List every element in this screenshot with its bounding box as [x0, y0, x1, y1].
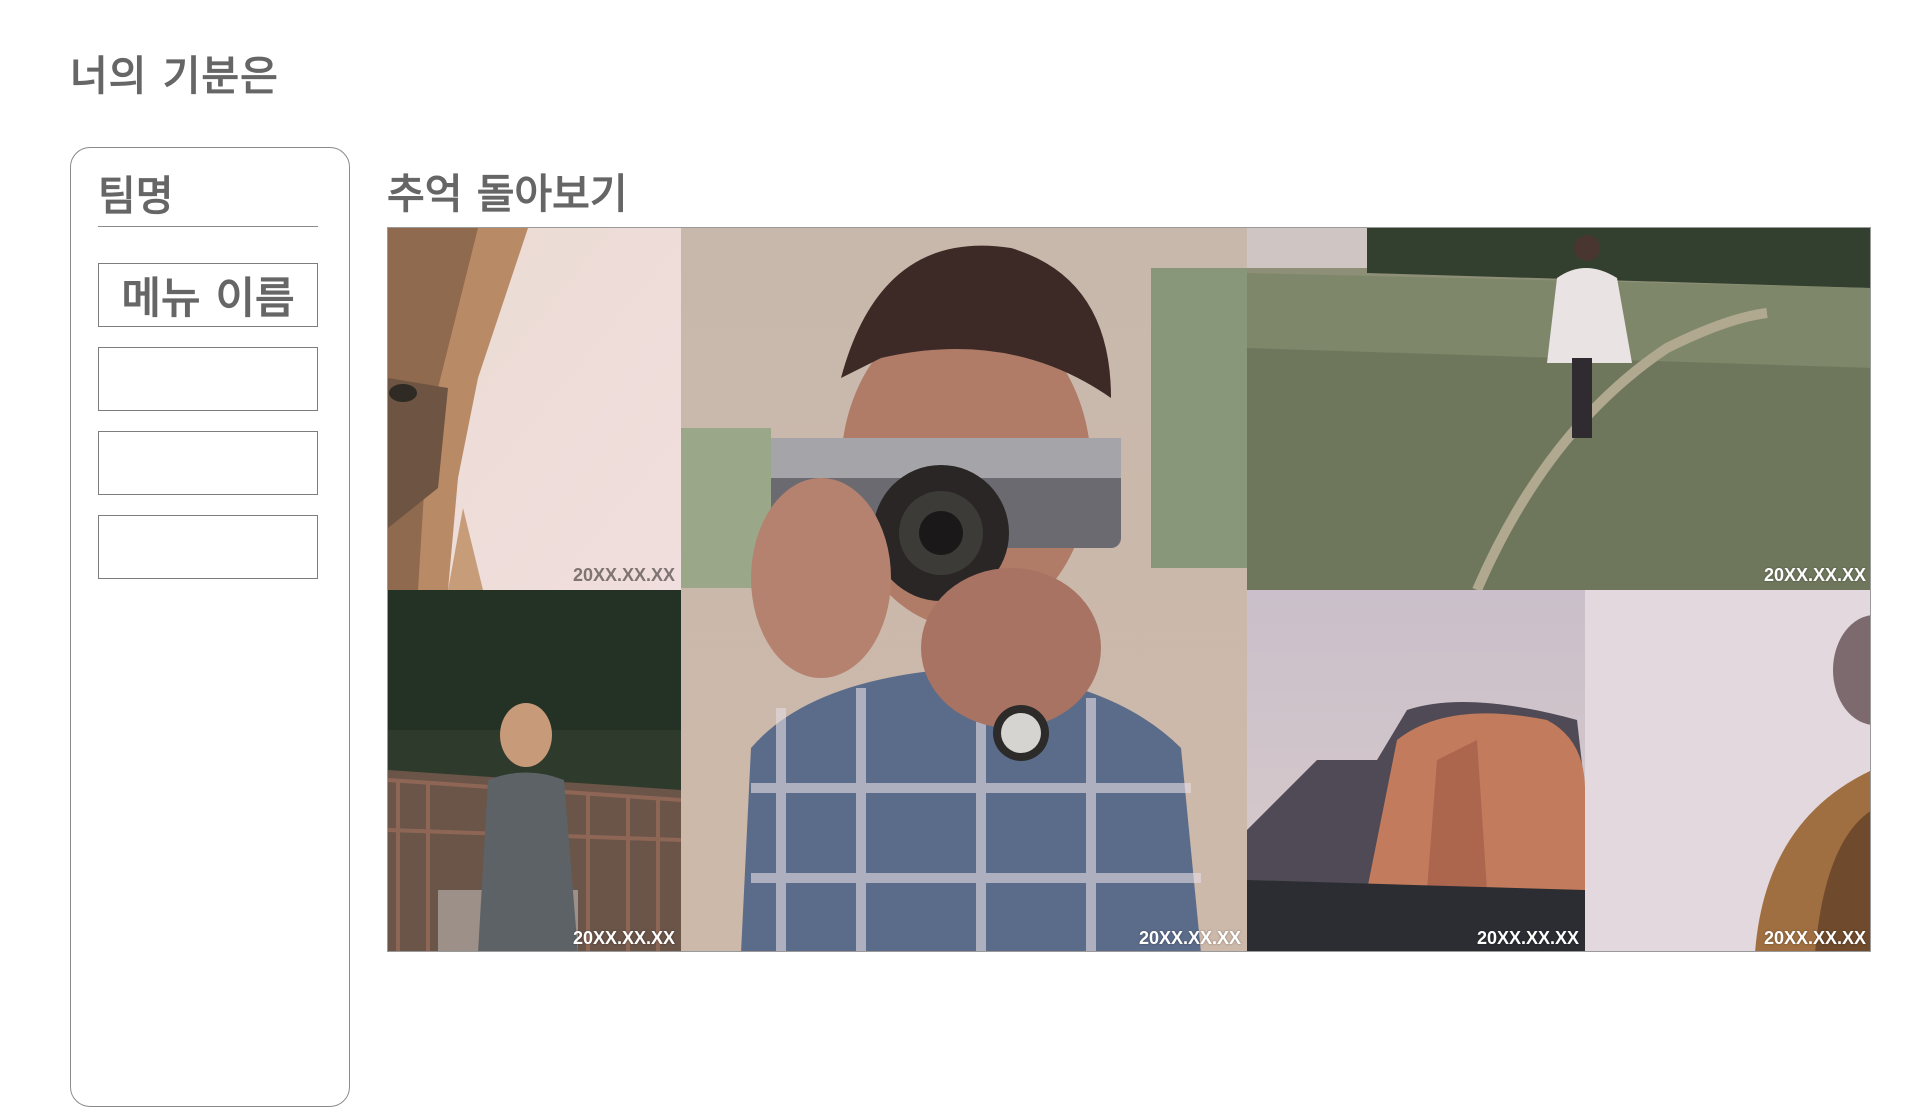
photo-tile-fox[interactable]: 20XX.XX.XX	[388, 228, 681, 590]
photo-gallery: 20XX.XX.XX 20XX.XX.XX 20XX.XX.XX 20XX.XX…	[387, 227, 1871, 952]
photo-date: 20XX.XX.XX	[1763, 928, 1866, 948]
sidebar: 팀명 메뉴 이름	[70, 147, 350, 1107]
photo-tile-mountain[interactable]: 20XX.XX.XX	[1247, 590, 1585, 951]
menu-item-4[interactable]	[98, 515, 318, 579]
photo-date: 20XX.XX.XX	[572, 565, 675, 585]
photo-tile-bridge[interactable]: 20XX.XX.XX	[388, 590, 681, 951]
team-divider	[98, 226, 318, 227]
bridge-photo	[388, 590, 681, 951]
hat-photo	[1585, 590, 1870, 951]
menu-list: 메뉴 이름	[98, 263, 318, 599]
menu-item-1[interactable]: 메뉴 이름	[98, 263, 318, 327]
app-title: 너의 기분은	[70, 52, 279, 100]
photo-tile-field[interactable]: 20XX.XX.XX	[1247, 228, 1870, 590]
field-photo	[1247, 228, 1870, 590]
photo-tile-camera[interactable]: 20XX.XX.XX	[681, 228, 1247, 951]
photo-tile-hat[interactable]: 20XX.XX.XX	[1585, 590, 1870, 951]
camera-photo	[681, 228, 1247, 951]
menu-item-3[interactable]	[98, 431, 318, 495]
team-name: 팀명	[98, 172, 174, 220]
section-title: 추억 돌아보기	[387, 170, 628, 218]
photo-date: 20XX.XX.XX	[1476, 928, 1579, 948]
photo-date: 20XX.XX.XX	[1763, 565, 1866, 585]
mountain-photo	[1247, 590, 1585, 951]
menu-item-2[interactable]	[98, 347, 318, 411]
fox-photo	[388, 228, 681, 590]
photo-date: 20XX.XX.XX	[1138, 928, 1241, 948]
photo-date: 20XX.XX.XX	[572, 928, 675, 948]
